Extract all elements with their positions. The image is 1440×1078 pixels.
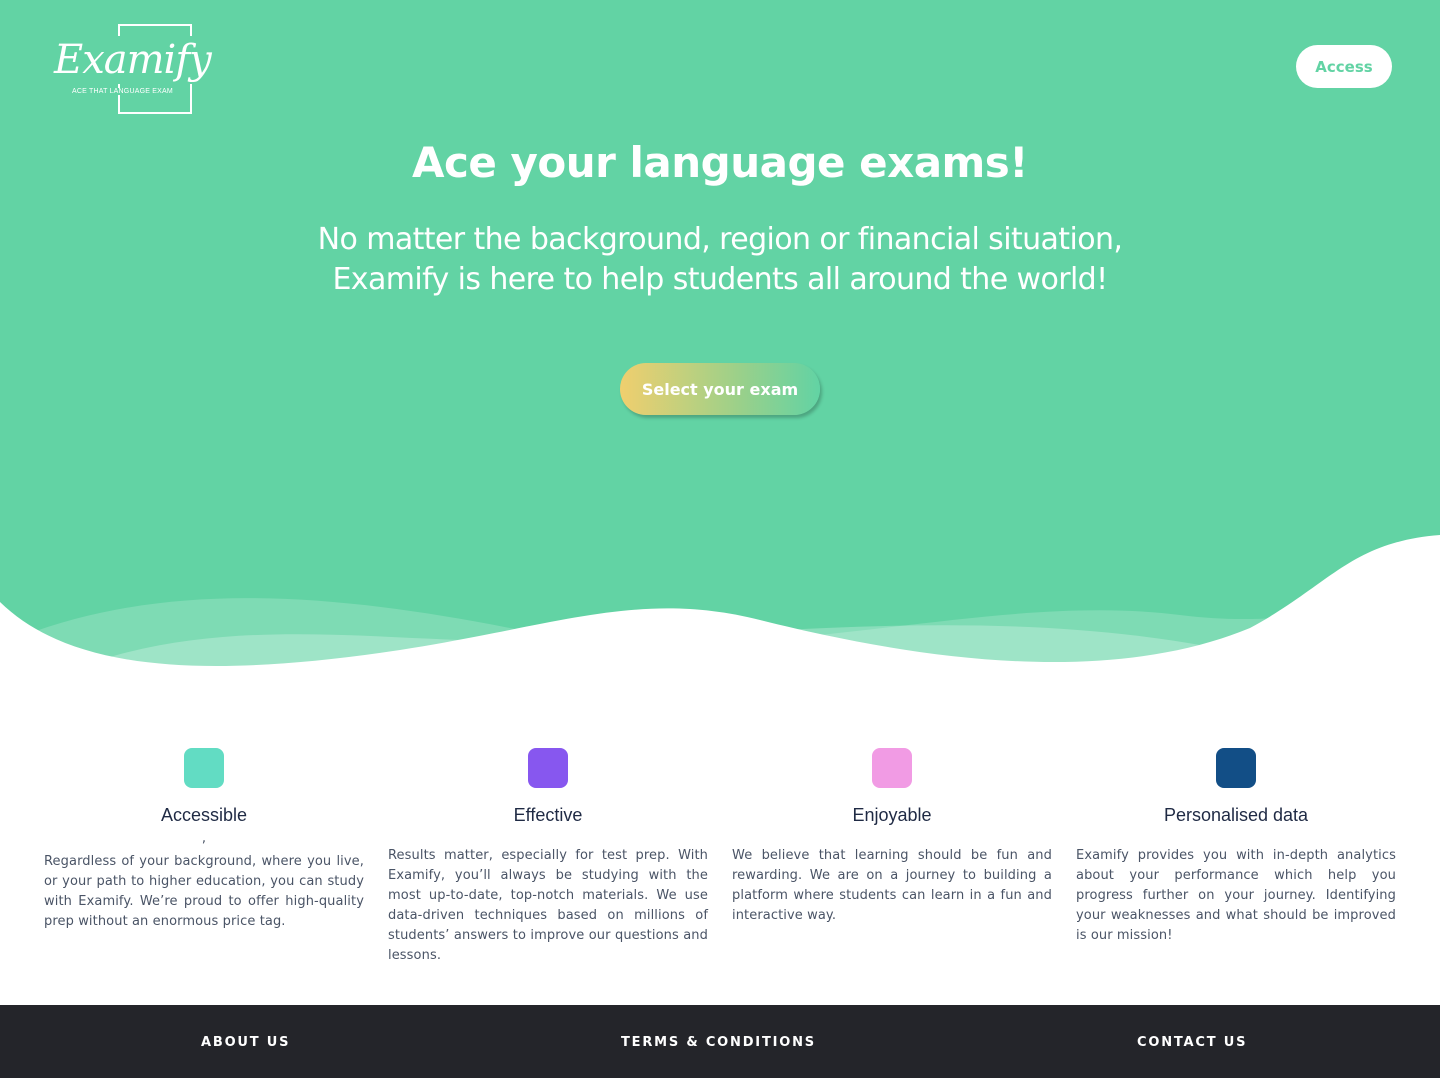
personalised-color-tile <box>1216 748 1256 788</box>
footer-about-link[interactable]: ABOUT US <box>201 1035 290 1050</box>
logo-tagline: ACE THAT LANGUAGE EXAM <box>72 88 173 95</box>
accessible-color-tile <box>184 748 224 788</box>
feature-title: Effective <box>513 805 583 825</box>
feature-text: Regardless of your background, where you… <box>44 854 364 929</box>
logo-wordmark: Examify <box>54 36 215 84</box>
feature-text: Examify provides you with in-depth analy… <box>1076 848 1396 943</box>
footer-contact-link[interactable]: CONTACT US <box>1137 1035 1247 1050</box>
stray-comma: , <box>201 831 207 846</box>
access-button[interactable]: Access <box>1296 45 1392 88</box>
features-section: Accessible , Regardless of your backgrou… <box>0 718 1440 1005</box>
feature-personalised-data: Personalised data Examify provides you w… <box>1076 748 1396 946</box>
effective-color-tile <box>528 748 568 788</box>
feature-effective: Effective Results matter, especially for… <box>388 748 708 966</box>
select-exam-button[interactable]: Select your exam <box>620 363 820 415</box>
feature-title: Accessible <box>160 805 248 825</box>
hero-section: Examify ACE THAT LANGUAGE EXAM Access Ac… <box>0 0 1440 718</box>
enjoyable-color-tile <box>872 748 912 788</box>
hero-subline-2: Examify is here to help students all aro… <box>332 262 1108 297</box>
hero-headline: Ace your language exams! <box>412 138 1028 187</box>
feature-text: Results matter, especially for test prep… <box>388 848 708 963</box>
feature-text: We believe that learning should be fun a… <box>732 848 1052 923</box>
feature-title: Enjoyable <box>852 805 932 825</box>
examify-logo[interactable]: Examify ACE THAT LANGUAGE EXAM <box>54 24 215 116</box>
footer-terms-link[interactable]: TERMS & CONDITIONS <box>621 1035 816 1050</box>
hero-wave-decoration <box>0 535 1440 718</box>
feature-accessible: Accessible , Regardless of your backgrou… <box>44 748 364 932</box>
feature-enjoyable: Enjoyable We believe that learning shoul… <box>732 748 1052 926</box>
hero-subheadline: No matter the background, region or fina… <box>220 220 1220 300</box>
feature-title: Personalised data <box>1163 805 1309 825</box>
site-footer: ABOUT US TERMS & CONDITIONS CONTACT US <box>0 1005 1440 1078</box>
hero-subline-1: No matter the background, region or fina… <box>317 222 1123 257</box>
